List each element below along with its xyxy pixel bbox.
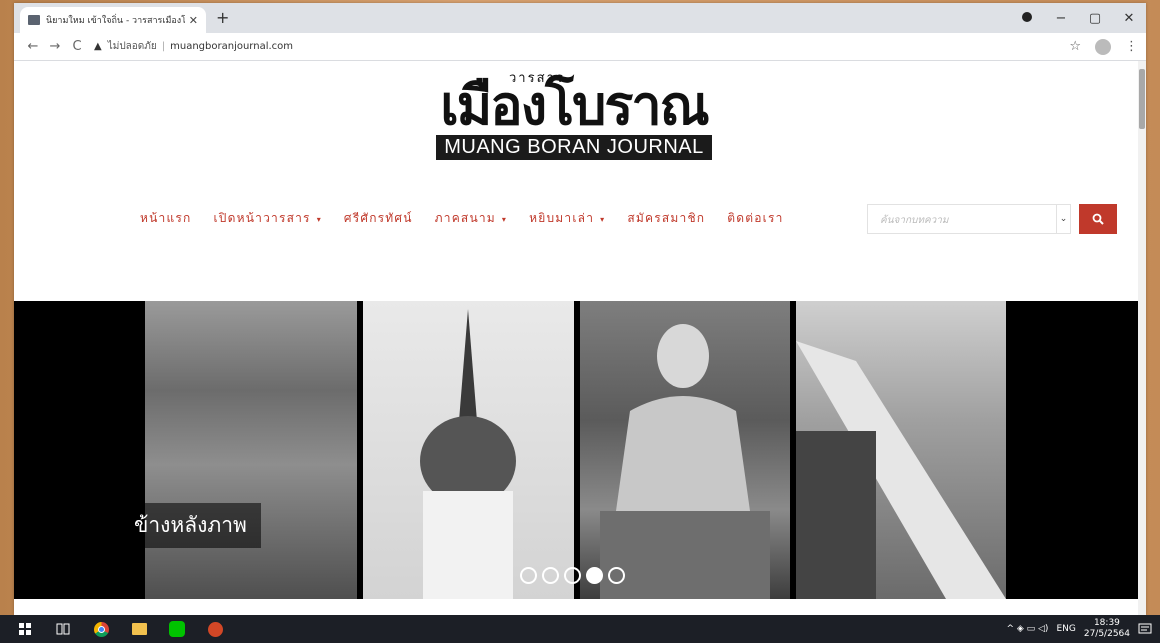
task-view-icon bbox=[56, 623, 70, 635]
slider-dot[interactable] bbox=[564, 567, 581, 584]
browser-window: นิยามใหม เข้าใจถิ่น - วารสารเมืองโบรา ✕ … bbox=[14, 3, 1146, 615]
profile-avatar[interactable] bbox=[1095, 38, 1111, 55]
search-form: ค้นจากบทความ ⌄ bbox=[867, 204, 1117, 234]
powerpoint-icon bbox=[207, 621, 223, 637]
stupa-illustration bbox=[420, 309, 516, 599]
scrollbar-thumb[interactable] bbox=[1139, 69, 1145, 129]
new-tab-button[interactable]: + bbox=[216, 8, 229, 27]
close-button[interactable]: ✕ bbox=[1112, 11, 1146, 26]
windows-taskbar: ^ ◈ ▭ ◁) ENG 18:39 27/5/2564 bbox=[0, 615, 1160, 643]
clock[interactable]: 18:39 27/5/2564 bbox=[1084, 618, 1130, 640]
minimize-button[interactable]: − bbox=[1044, 11, 1078, 26]
menu-item-stories[interactable]: หยิบมาเล่า ▾ bbox=[529, 209, 605, 228]
notification-icon[interactable] bbox=[1138, 623, 1152, 636]
chevron-down-icon: ▾ bbox=[501, 215, 508, 224]
logo-thai-text: เมืองโบราณ bbox=[440, 73, 710, 137]
security-label[interactable]: ไม่ปลอดภัย bbox=[108, 39, 157, 54]
line-taskbar-button[interactable] bbox=[162, 615, 192, 643]
line-app-icon bbox=[169, 621, 185, 637]
slide-photo-stupa bbox=[363, 301, 574, 599]
language-indicator[interactable]: ENG bbox=[1056, 624, 1075, 634]
menu-item-srisak[interactable]: ศรีศักรทัศน์ bbox=[344, 209, 413, 228]
slide-photo-shophouse bbox=[145, 301, 357, 599]
menu-item-home[interactable]: หน้าแรก bbox=[140, 209, 192, 228]
toolbar-right: ☆ ⋮ bbox=[1069, 38, 1138, 55]
reload-button[interactable]: C bbox=[66, 39, 88, 54]
tab-close-icon[interactable]: ✕ bbox=[189, 14, 198, 27]
slider-dot[interactable] bbox=[608, 567, 625, 584]
system-tray: ^ ◈ ▭ ◁) ENG 18:39 27/5/2564 bbox=[1006, 615, 1152, 643]
slider-dot-active[interactable] bbox=[586, 567, 603, 584]
page-scrollbar[interactable] bbox=[1138, 61, 1146, 615]
slider-dots bbox=[520, 567, 625, 584]
menu-item-open-journal[interactable]: เปิดหน้าวารสาร ▾ bbox=[214, 209, 322, 228]
logo-small-text: วารสาร bbox=[509, 71, 565, 86]
search-dropdown[interactable]: ⌄ bbox=[1057, 204, 1071, 234]
slider-dot[interactable] bbox=[542, 567, 559, 584]
clock-date: 27/5/2564 bbox=[1083, 629, 1130, 639]
site-logo[interactable]: วารสาร เมืองโบราณ MUANG BORAN JOURNAL bbox=[419, 67, 729, 160]
menu-item-field[interactable]: ภาคสนาม ▾ bbox=[435, 209, 507, 228]
slider-caption[interactable]: ข้างหลังภาพ bbox=[122, 503, 261, 548]
chrome-taskbar-button[interactable] bbox=[86, 615, 116, 643]
tab-strip: นิยามใหม เข้าใจถิ่น - วารสารเมืองโบรา ✕ … bbox=[14, 3, 1146, 33]
search-icon bbox=[1092, 213, 1104, 225]
address-bar[interactable]: ▲ ไม่ปลอดภัย | muangboranjournal.com bbox=[94, 39, 1069, 54]
tray-icons[interactable]: ^ ◈ ▭ ◁) bbox=[1006, 624, 1048, 634]
address-separator: | bbox=[161, 41, 166, 52]
start-button[interactable] bbox=[10, 615, 40, 643]
hero-slider[interactable]: ข้างหลังภาพ bbox=[14, 301, 1138, 599]
explorer-taskbar-button[interactable] bbox=[124, 615, 154, 643]
search-button[interactable] bbox=[1079, 204, 1117, 234]
slider-dot[interactable] bbox=[520, 567, 537, 584]
buddha-illustration bbox=[600, 324, 770, 599]
record-icon[interactable] bbox=[1010, 11, 1044, 26]
browser-tab[interactable]: นิยามใหม เข้าใจถิ่น - วารสารเมืองโบรา ✕ bbox=[20, 7, 206, 33]
menu-item-subscribe[interactable]: สมัครสมาชิก bbox=[627, 209, 705, 228]
browser-toolbar: ← → C ▲ ไม่ปลอดภัย | muangboranjournal.c… bbox=[14, 33, 1146, 61]
powerpoint-taskbar-button[interactable] bbox=[200, 615, 230, 643]
chrome-icon bbox=[93, 621, 109, 637]
browser-menu-icon[interactable]: ⋮ bbox=[1125, 39, 1138, 54]
task-view-button[interactable] bbox=[48, 615, 78, 643]
web-page: วารสาร เมืองโบราณ MUANG BORAN JOURNAL หน… bbox=[14, 61, 1138, 615]
forward-button[interactable]: → bbox=[44, 39, 66, 54]
slide-photo-bridge bbox=[796, 301, 1006, 599]
logo-english-text: MUANG BORAN JOURNAL bbox=[436, 135, 712, 160]
bookmark-star-icon[interactable]: ☆ bbox=[1069, 39, 1081, 54]
address-url[interactable]: muangboranjournal.com bbox=[170, 41, 293, 52]
clock-time: 18:39 bbox=[1093, 618, 1120, 628]
chevron-down-icon: ▾ bbox=[316, 215, 322, 224]
search-input[interactable]: ค้นจากบทความ bbox=[867, 204, 1057, 234]
windows-icon bbox=[19, 623, 31, 635]
folder-icon bbox=[131, 623, 147, 635]
warning-icon[interactable]: ▲ bbox=[94, 41, 102, 52]
window-controls: − ▢ ✕ bbox=[1010, 3, 1146, 33]
bridge-illustration bbox=[796, 341, 1006, 599]
menu-item-contact[interactable]: ติดต่อเรา bbox=[727, 209, 783, 228]
back-button[interactable]: ← bbox=[22, 39, 44, 54]
slide-photo-buddha bbox=[580, 301, 790, 599]
main-menu: หน้าแรก เปิดหน้าวารสาร ▾ ศรีศักรทัศน์ ภาค… bbox=[140, 209, 806, 228]
chevron-down-icon: ▾ bbox=[600, 215, 606, 224]
favicon-icon bbox=[28, 15, 40, 25]
maximize-button[interactable]: ▢ bbox=[1078, 11, 1112, 26]
tab-title: นิยามใหม เข้าใจถิ่น - วารสารเมืองโบรา bbox=[46, 16, 185, 26]
